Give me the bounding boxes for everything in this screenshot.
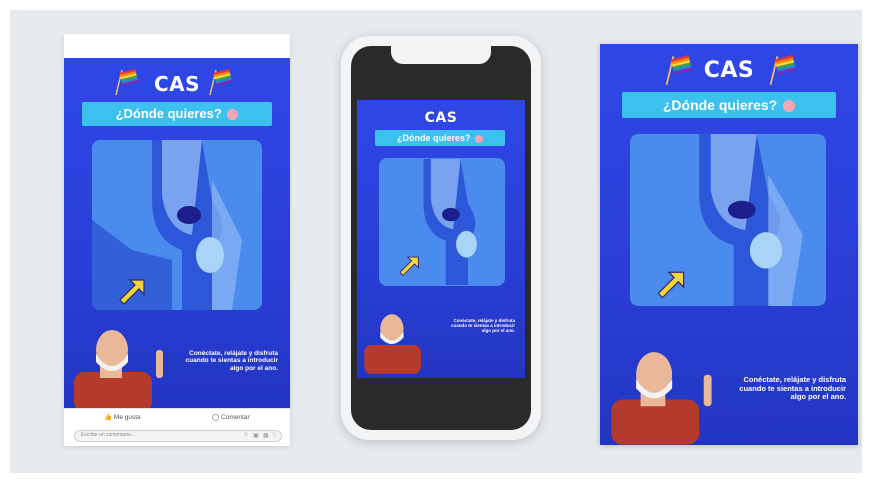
poster-caption: Conéctate, relájate y disfruta cuando te… bbox=[168, 350, 278, 372]
post-action-bar: 👍 Me gusta ◯ Comentar bbox=[64, 408, 290, 429]
sticker-icon[interactable]: ♡ bbox=[272, 432, 277, 439]
brand-logo: CAS bbox=[703, 58, 755, 83]
headline-banner: ¿Dónde quieres? bbox=[82, 102, 272, 126]
comment-input[interactable]: Escribe un comentario... ☺ ▣ ▦ ♡ bbox=[74, 430, 282, 442]
facebook-post-mockup: CAS ¿Dónde quieres? Conéctate, relájate … bbox=[64, 34, 290, 446]
caption-line-2: cuando te sientas a introducir bbox=[185, 357, 278, 365]
comment-label: Comentar bbox=[221, 414, 250, 421]
poster-phone: CAS ¿Dónde quieres? Conéctate, relájate … bbox=[357, 100, 525, 378]
man-illustration bbox=[74, 330, 163, 408]
poster-print: CAS ¿Dónde quieres? Conéctate, relájate … bbox=[600, 44, 858, 445]
peach-emoji-icon bbox=[783, 100, 796, 113]
rainbow-flag-icon bbox=[209, 69, 233, 96]
post-header bbox=[64, 34, 290, 58]
arrow-pointer-icon bbox=[657, 271, 685, 299]
headline: ¿Dónde quieres? bbox=[662, 97, 778, 113]
emoji-icon[interactable]: ☺ bbox=[243, 432, 249, 438]
peach-emoji-icon bbox=[475, 134, 484, 143]
headline: ¿Dónde quieres? bbox=[115, 106, 222, 121]
caption-line-3: algo por el ano. bbox=[481, 328, 515, 334]
poster-caption: Conéctate, relájate y disfruta cuando te… bbox=[716, 375, 846, 402]
mockup-stage: CAS ¿Dónde quieres? Conéctate, relájate … bbox=[0, 0, 872, 483]
like-label: Me gusta bbox=[113, 414, 141, 421]
comment-bubble-icon: ◯ bbox=[212, 414, 220, 421]
headline-banner: ¿Dónde quieres? bbox=[622, 92, 836, 118]
camera-icon[interactable]: ▣ bbox=[253, 432, 259, 439]
rainbow-flag-icon bbox=[769, 55, 796, 86]
like-button[interactable]: 👍 Me gusta bbox=[104, 413, 141, 421]
man-illustration bbox=[611, 352, 712, 445]
phone-notch bbox=[391, 46, 491, 64]
arrow-pointer-icon bbox=[119, 279, 145, 305]
peach-emoji-icon bbox=[227, 109, 239, 121]
caption-line-1: Conéctate, relájate y disfruta bbox=[189, 350, 278, 357]
caption-line-3: algo por el ano. bbox=[790, 392, 846, 402]
poster-caption: Conéctate, relájate y disfruta cuando te… bbox=[435, 318, 515, 334]
brand-logo: CAS bbox=[153, 72, 201, 96]
thumbs-up-icon: 👍 bbox=[104, 414, 113, 421]
comment-button[interactable]: ◯ Comentar bbox=[212, 413, 250, 421]
caption-line-3: algo por el ano. bbox=[229, 364, 278, 372]
man-illustration bbox=[364, 314, 421, 374]
comment-placeholder: Escribe un comentario... bbox=[81, 432, 135, 438]
gif-icon[interactable]: ▦ bbox=[263, 432, 269, 439]
headline: ¿Dónde quieres? bbox=[396, 133, 471, 143]
poster-facebook: CAS ¿Dónde quieres? Conéctate, relájate … bbox=[64, 58, 290, 408]
headline-banner: ¿Dónde quieres? bbox=[375, 130, 505, 146]
arrow-pointer-icon bbox=[399, 256, 419, 277]
brand-logo: CAS bbox=[424, 110, 458, 126]
phone-mockup: CAS ¿Dónde quieres? Conéctate, relájate … bbox=[341, 36, 541, 440]
phone-screen: CAS ¿Dónde quieres? Conéctate, relájate … bbox=[351, 46, 531, 430]
